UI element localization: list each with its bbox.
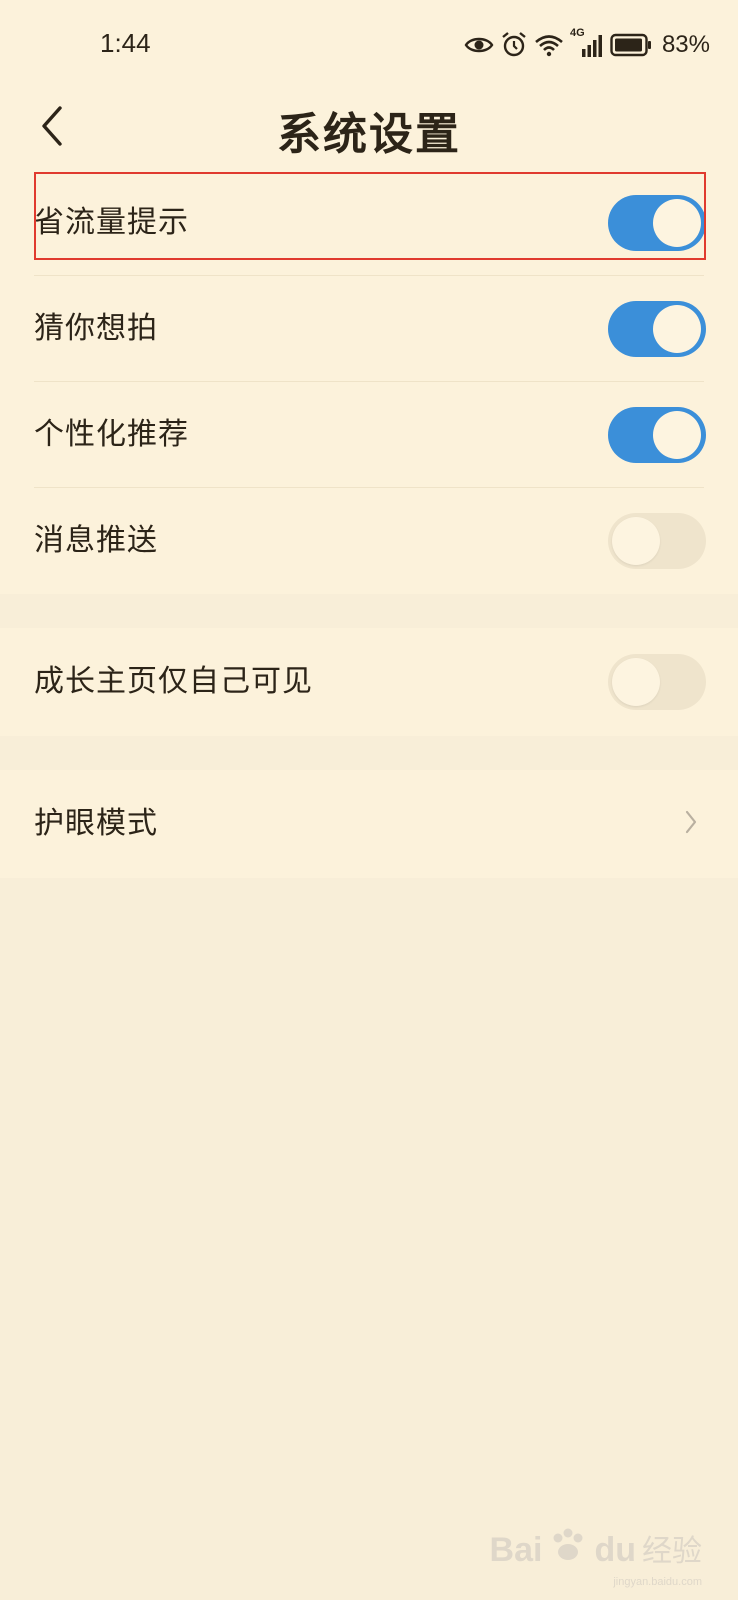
paw-icon	[548, 1526, 588, 1570]
chevron-right-icon	[684, 808, 698, 840]
wifi-icon	[534, 33, 564, 57]
setting-label: 成长主页仅自己可见	[34, 664, 313, 699]
setting-row-guess-shoot: 猜你想拍	[0, 276, 738, 382]
guess-shoot-toggle[interactable]	[608, 301, 706, 357]
status-bar: 1:44 4G 83%	[0, 0, 738, 90]
watermark-cn: 经验	[642, 1534, 702, 1569]
status-icons: 4G 83%	[464, 27, 710, 62]
setting-row-growth-private: 成长主页仅自己可见	[0, 628, 738, 736]
page-header: 系统设置	[0, 90, 738, 170]
growth-private-toggle[interactable]	[608, 654, 706, 710]
toggle-knob	[612, 517, 660, 565]
baidu-watermark: Bai du 经验 jingyan.baidu.com	[489, 1526, 702, 1588]
setting-label: 个性化推荐	[34, 417, 189, 452]
page-title: 系统设置	[277, 109, 461, 160]
status-time: 1:44	[100, 28, 151, 58]
personalized-toggle[interactable]	[608, 407, 706, 463]
setting-row-eye-care[interactable]: 护眼模式	[0, 770, 738, 878]
settings-group-privacy: 成长主页仅自己可见	[0, 628, 738, 736]
signal-icon: 4G	[570, 27, 604, 59]
watermark-brand-2: du	[594, 1531, 636, 1569]
battery-icon	[610, 33, 652, 57]
setting-row-push: 消息推送	[0, 488, 738, 594]
toggle-knob	[612, 658, 660, 706]
setting-label: 护眼模式	[34, 806, 158, 841]
setting-row-personalized: 个性化推荐	[0, 382, 738, 488]
eye-icon	[464, 34, 494, 56]
toggle-knob	[653, 305, 701, 353]
push-toggle[interactable]	[608, 513, 706, 569]
highlight-box	[34, 172, 706, 260]
setting-label: 消息推送	[34, 523, 158, 558]
watermark-brand: Bai	[489, 1531, 543, 1569]
battery-percent: 83%	[661, 31, 710, 58]
setting-label: 猜你想拍	[34, 311, 158, 346]
watermark-url: jingyan.baidu.com	[613, 1576, 702, 1588]
toggle-knob	[653, 411, 701, 459]
alarm-icon	[500, 31, 528, 59]
settings-group-display: 护眼模式	[0, 770, 738, 878]
